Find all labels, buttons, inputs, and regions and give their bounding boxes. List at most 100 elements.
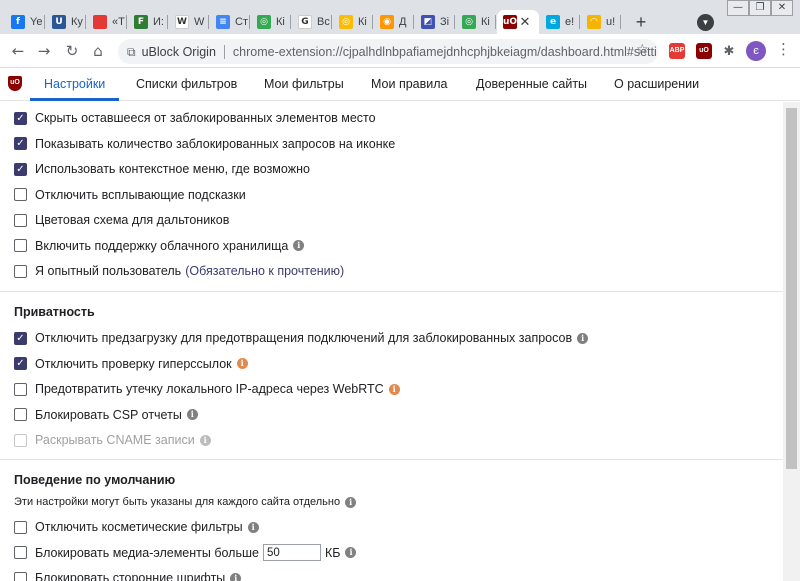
setting-label: Блокировать CSP отчеты <box>35 407 182 422</box>
checkbox[interactable] <box>14 382 27 396</box>
minimize-button[interactable]: — <box>727 0 749 16</box>
window-close-button[interactable]: ✕ <box>771 0 793 16</box>
browser-tab[interactable]: ◎ Кі <box>251 10 291 34</box>
tab-favicon-icon: W <box>175 15 189 29</box>
tab-settings[interactable]: Настройки <box>30 68 120 101</box>
reload-button[interactable]: ↻ <box>62 41 82 61</box>
info-icon[interactable]: i <box>230 572 242 581</box>
tab-filter-lists[interactable]: Списки фильтров <box>122 68 251 101</box>
appearance-setting[interactable]: ✓ Показывать количество заблокированных з… <box>14 135 395 153</box>
dashboard-nav: uO Настройки Списки фильтров Мои фильтры… <box>0 68 800 101</box>
site-name: uBlock Origin <box>142 44 225 59</box>
bookmark-star-icon[interactable]: ☆ <box>636 41 649 58</box>
privacy-setting[interactable]: Предотвратить утечку локального IP-адрес… <box>14 380 400 398</box>
appearance-setting[interactable]: ✓ Использовать контекстное меню, где возм… <box>14 160 310 178</box>
checkbox[interactable] <box>14 239 27 252</box>
tab-my-rules[interactable]: Мои правила <box>357 68 462 101</box>
info-icon[interactable]: i <box>236 358 248 369</box>
ublock-logo-icon: uO <box>8 76 22 91</box>
browser-tab[interactable]: ◎ Кі <box>456 10 496 34</box>
tab-separator <box>331 15 332 29</box>
setting-label: Раскрывать CNAME записи <box>35 433 195 447</box>
setting-label: Отключить проверку гиперссылок <box>35 356 232 371</box>
ublock-extension-icon[interactable]: uO <box>696 43 712 59</box>
new-tab-button[interactable]: + <box>630 12 652 34</box>
browser-tab[interactable]: ◠ u! <box>581 10 621 34</box>
browser-tab[interactable]: G Вс <box>292 10 332 34</box>
checkbox[interactable]: ✓ <box>14 357 27 370</box>
tab-separator <box>620 15 621 29</box>
tab-about[interactable]: О расширении <box>600 68 713 101</box>
checkbox[interactable]: ✓ <box>14 137 27 150</box>
tab-my-filters[interactable]: Мои фильтры <box>250 68 358 101</box>
privacy-setting[interactable]: ✓ Отключить проверку гиперссылок i <box>14 355 248 373</box>
browser-tab[interactable]: ≡ Ст <box>210 10 250 34</box>
privacy-setting[interactable]: ✓ Отключить предзагрузку для предотвращен… <box>14 329 589 347</box>
tab-favicon-icon: ≡ <box>216 15 230 29</box>
browser-tab[interactable]: ◉ Д <box>374 10 414 34</box>
browser-tab[interactable]: WW <box>169 10 209 34</box>
privacy-setting[interactable]: Блокировать CSP отчеты i <box>14 406 198 424</box>
checkbox[interactable]: ✓ <box>14 111 27 125</box>
browser-tab[interactable]: uO ✕ <box>497 10 539 34</box>
appearance-setting[interactable]: Отключить всплывающие подсказки <box>14 186 246 204</box>
browser-tab[interactable]: e e! <box>540 10 580 34</box>
browser-tab[interactable]: «Т <box>87 10 127 34</box>
home-button[interactable]: ⌂ <box>88 41 108 61</box>
info-icon[interactable]: i <box>345 547 357 558</box>
info-icon[interactable]: i <box>293 240 305 251</box>
browser-tab[interactable]: F И: <box>128 10 168 34</box>
restore-button[interactable]: ❐ <box>749 0 771 16</box>
tab-close-icon[interactable]: ✕ <box>517 14 533 30</box>
browser-tab[interactable]: ◎ Кі <box>333 10 373 34</box>
tab-separator <box>208 15 209 29</box>
browser-tab[interactable]: U Ку <box>46 10 86 34</box>
checkbox[interactable]: ✓ <box>14 331 27 345</box>
setting-label: Блокировать сторонние шрифты <box>35 571 226 581</box>
info-icon[interactable]: i <box>186 409 198 420</box>
info-icon[interactable]: i <box>247 521 259 533</box>
setting-label: Включить поддержку облачного хранилища <box>35 238 289 253</box>
setting-label: Я опытный пользователь <box>35 264 182 278</box>
puzzle-icon: ⧉ <box>127 44 136 59</box>
setting-label: Предотвратить утечку локального IP-адрес… <box>35 382 384 396</box>
appearance-setting[interactable]: Цветовая схема для дальтоников <box>14 211 229 229</box>
media-size-input[interactable] <box>262 544 321 561</box>
default-setting[interactable]: Отключить косметические фильтры i <box>14 518 259 536</box>
checkbox[interactable]: ✓ <box>14 162 27 176</box>
extensions-puzzle-icon[interactable]: ✱ <box>721 43 737 59</box>
setting-label: Отключить косметические фильтры <box>35 520 243 534</box>
checkbox[interactable] <box>14 188 27 201</box>
browser-menu-icon[interactable]: ⋮ <box>776 40 791 58</box>
scrollbar-thumb[interactable] <box>786 108 797 469</box>
tab-whitelist[interactable]: Доверенные сайты <box>462 68 601 101</box>
checkbox[interactable] <box>14 571 27 581</box>
tab-separator <box>454 15 455 29</box>
default-setting[interactable]: Блокировать сторонние шрифты i <box>14 569 242 581</box>
checkbox[interactable] <box>14 546 27 559</box>
abp-extension-icon[interactable]: ABP <box>669 43 685 59</box>
tab-search-icon[interactable]: ▼ <box>697 14 714 31</box>
info-icon[interactable]: i <box>199 434 211 446</box>
setting-label: Использовать контекстное меню, где возмо… <box>35 162 310 176</box>
checkbox[interactable] <box>14 520 27 534</box>
browser-tab[interactable]: ◩ Зі <box>415 10 455 34</box>
appearance-setting[interactable]: Включить поддержку облачного хранилища i <box>14 237 305 255</box>
default-setting[interactable]: Блокировать медиа-элементы больше КБ i <box>14 544 357 562</box>
forward-button[interactable]: → <box>34 41 54 61</box>
checkbox[interactable] <box>14 408 27 421</box>
info-icon[interactable]: i <box>388 383 400 395</box>
checkbox[interactable] <box>14 264 27 278</box>
appearance-setting[interactable]: ✓ Скрыть оставшееся от заблокированных эл… <box>14 109 376 127</box>
info-icon[interactable]: i <box>577 332 589 344</box>
appearance-setting[interactable]: Я опытный пользователь (Обязательно к про… <box>14 262 344 280</box>
browser-tab[interactable]: f Ye <box>5 10 45 34</box>
read-first-link[interactable]: (Обязательно к прочтению) <box>185 264 344 278</box>
back-button[interactable]: ← <box>8 41 28 61</box>
tab-title: Кі <box>481 16 490 28</box>
info-icon[interactable]: i <box>345 496 357 508</box>
tab-separator <box>413 15 414 29</box>
checkbox[interactable] <box>14 213 27 227</box>
profile-avatar[interactable]: є <box>746 41 766 61</box>
address-bar[interactable]: ⧉ uBlock Origin chrome-extension://cjpal… <box>118 39 658 64</box>
